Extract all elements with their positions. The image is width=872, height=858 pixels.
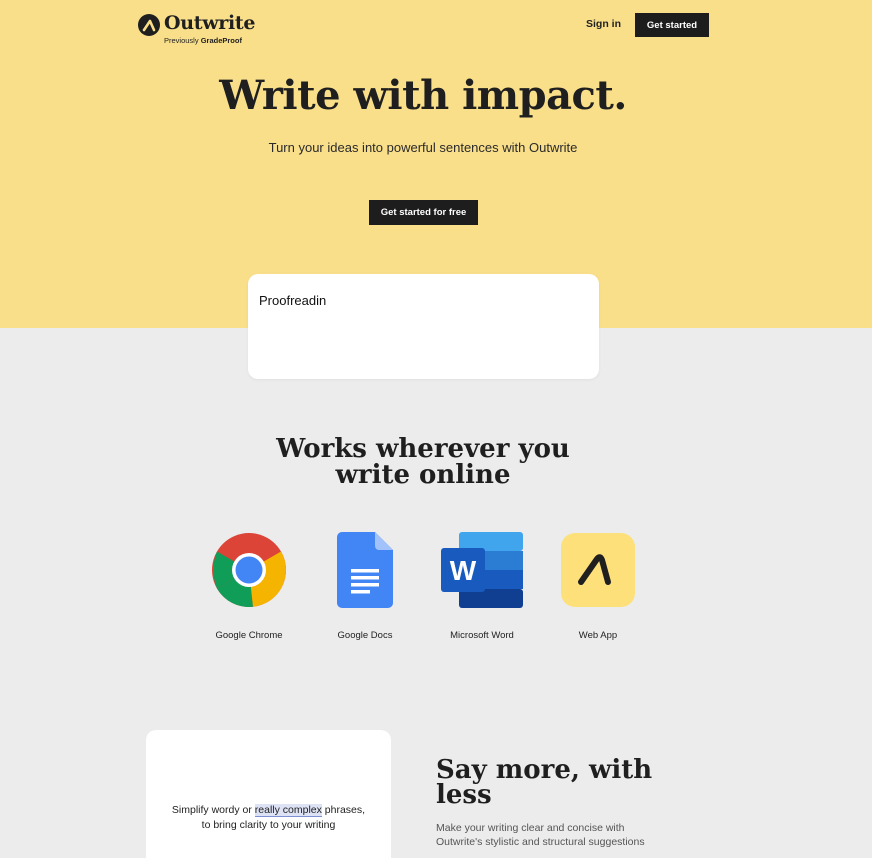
svg-text:W: W	[450, 555, 477, 586]
feature-demo-card: Simplify wordy or really complex phrases…	[146, 730, 391, 858]
get-started-free-button[interactable]: Get started for free	[369, 200, 478, 225]
highlighted-phrase[interactable]: really complex	[254, 804, 322, 817]
feature-subtitle: Make your writing clear and concise with…	[436, 822, 645, 848]
demo-editor[interactable]: Proofreadin	[248, 274, 599, 379]
feature-title: Say more, with less	[436, 755, 653, 810]
works-section-title: Works wherever you write online	[276, 434, 570, 490]
microsoft-word-icon: W	[441, 532, 523, 608]
hero-title: Write with impact.	[219, 72, 627, 119]
app-label: Google Docs	[337, 630, 393, 641]
outwrite-app-icon	[561, 533, 635, 607]
google-docs-icon	[337, 532, 393, 608]
app-label: Google Chrome	[215, 630, 283, 641]
editor-text[interactable]: Proofreadin	[259, 293, 326, 308]
hero-subtitle: Turn your ideas into powerful sentences …	[268, 140, 578, 155]
chrome-icon	[211, 532, 287, 608]
app-label: Microsoft Word	[450, 630, 514, 641]
logo-wordmark: Outwrite	[164, 12, 256, 34]
get-started-button[interactable]: Get started	[635, 13, 709, 37]
app-label: Web App	[578, 630, 618, 641]
outwrite-logo-icon	[138, 14, 160, 36]
feature-demo-text: Simplify wordy or really complex phrases…	[171, 804, 366, 831]
sign-in-link[interactable]: Sign in	[586, 18, 621, 30]
logo-tagline: Previously GradeProof	[164, 36, 242, 45]
